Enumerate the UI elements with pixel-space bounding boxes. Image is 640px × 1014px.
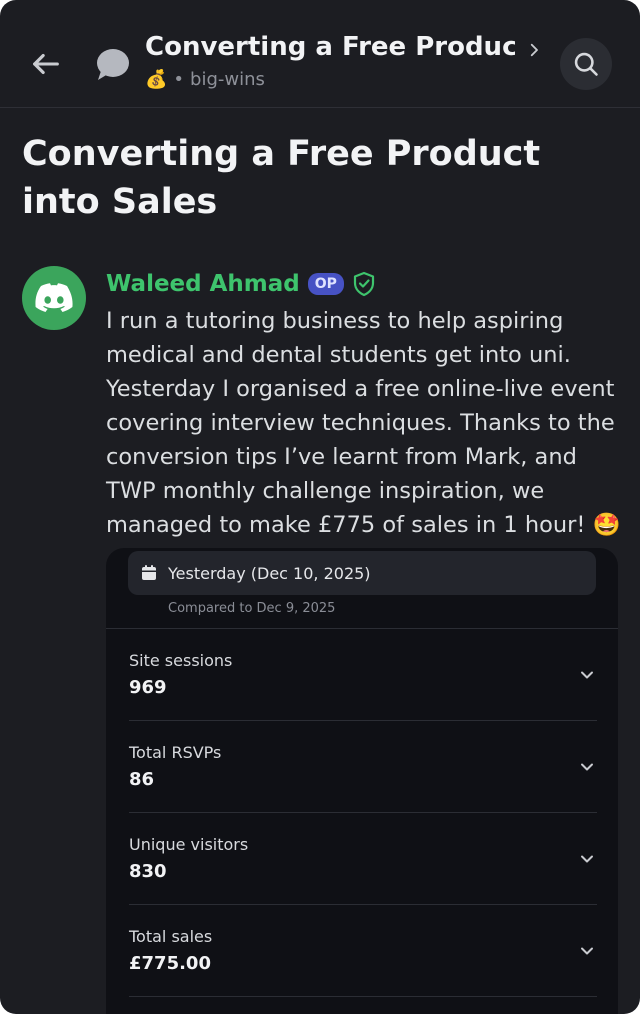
thread-bubble-icon: [92, 46, 132, 84]
author-name[interactable]: Waleed Ahmad: [106, 271, 300, 297]
chevron-down-icon: [581, 947, 593, 955]
date-range-pill[interactable]: Yesterday (Dec 10, 2025): [128, 551, 596, 595]
chevron-down-icon: [581, 763, 593, 771]
arrow-left-icon: [33, 53, 59, 75]
discord-logo-icon: [35, 283, 73, 312]
shield-check-icon: [353, 271, 375, 297]
stat-value: £775.00: [129, 953, 211, 974]
date-range-label: Yesterday (Dec 10, 2025): [168, 563, 371, 583]
stat-row-total-sales[interactable]: Total sales £775.00: [129, 905, 597, 997]
stat-row-total-rsvps[interactable]: Total RSVPs 86: [129, 721, 597, 813]
message-text: I run a tutoring business to help aspiri…: [106, 308, 621, 538]
stat-label: Unique visitors: [129, 835, 249, 854]
stat-label: Total sales: [129, 927, 213, 946]
app-screen: Converting a Free Product... 💰 • big-win…: [0, 0, 640, 1014]
post-title: Converting a Free Product into Sales: [22, 134, 541, 222]
channel-breadcrumb[interactable]: 💰 • big-wins: [145, 66, 265, 92]
money-bag-icon: 💰: [145, 68, 168, 90]
compare-label: Compared to Dec 9, 2025: [168, 601, 336, 616]
author-row: Waleed Ahmad OP: [106, 268, 376, 300]
chevron-down-icon: [581, 855, 593, 863]
stats-card: Yesterday (Dec 10, 2025) Compared to Dec…: [106, 548, 618, 1014]
back-button[interactable]: [26, 44, 66, 84]
avatar[interactable]: [22, 266, 86, 330]
stat-row-unique-visitors[interactable]: Unique visitors 830: [129, 813, 597, 905]
channel-name: big-wins: [190, 68, 265, 90]
stat-value: 969: [129, 677, 167, 698]
thread-header: Converting a Free Product... 💰 • big-win…: [0, 0, 640, 108]
stat-value: 830: [129, 861, 167, 882]
search-icon: [574, 52, 598, 76]
stat-label: Total RSVPs: [129, 743, 222, 762]
chevron-down-icon: [581, 671, 593, 679]
separator: •: [173, 68, 185, 90]
search-button[interactable]: [560, 38, 612, 90]
op-badge: OP: [307, 273, 344, 295]
stat-label: Site sessions: [129, 651, 233, 670]
chevron-right-icon: [530, 43, 538, 57]
header-details-button[interactable]: [522, 38, 546, 62]
stat-row-site-sessions[interactable]: Site sessions 969: [129, 629, 597, 721]
header-title[interactable]: Converting a Free Product...: [145, 32, 515, 62]
calendar-icon: [142, 565, 156, 580]
stat-value: 86: [129, 769, 155, 790]
